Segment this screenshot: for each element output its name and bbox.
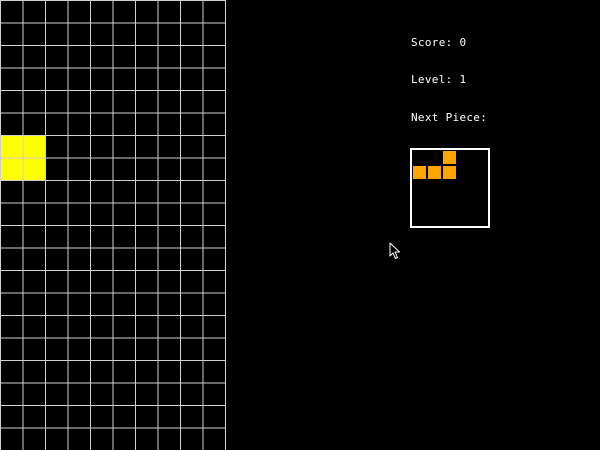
next-piece-block [427,165,442,180]
active-piece-block [0,135,23,158]
active-piece-block [22,135,45,158]
level-label: Level: [411,73,453,86]
next-piece-canvas [412,150,457,180]
tetris-game-screen: Score: 0 Level: 1 Next Piece: [0,0,600,450]
mouse-cursor-icon [389,242,400,259]
active-piece-block [22,157,45,180]
active-piece-block [0,157,23,180]
level-value: 1 [459,73,467,86]
board-grid [0,0,226,450]
score-value: 0 [459,36,467,49]
next-piece-block [442,150,457,165]
next-piece-label: Next Piece: [411,111,488,124]
next-piece-block [442,165,457,180]
next-piece-block [412,165,427,180]
level-display: Level: 1 [411,73,466,86]
next-piece-preview [410,148,490,228]
game-board [0,0,226,450]
score-label: Score: [411,36,453,49]
score-display: Score: 0 [411,36,466,49]
